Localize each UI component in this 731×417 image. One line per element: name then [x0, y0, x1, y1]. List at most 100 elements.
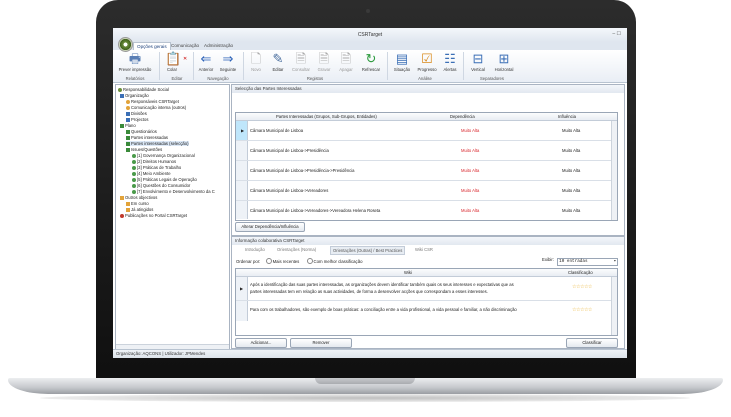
tab-comunicacao[interactable]: Comunicação	[168, 42, 202, 50]
row-selector[interactable]	[236, 181, 248, 200]
tree-item[interactable]: Publicações no Portal CSRTarget	[120, 213, 187, 218]
stakeholders-section-title: Selecção das Partes Interessadas	[232, 85, 624, 93]
radio-icon	[265, 258, 272, 264]
delete-document-icon: 🗎	[340, 51, 352, 66]
app-logo-icon[interactable]	[118, 37, 133, 52]
situation-button[interactable]: ▤ Situação	[390, 52, 414, 73]
table-row[interactable]: Câmara Municipal de Lisboa->Presidência …	[236, 141, 617, 161]
tree-item[interactable]: Outros objectivos	[120, 195, 157, 200]
tree-item[interactable]: [4] Meio Ambiente	[132, 171, 171, 176]
divisions-icon	[126, 112, 130, 116]
cell-influencia: Muito Alta	[562, 128, 581, 133]
arrow-right-icon: ⇒	[222, 51, 234, 66]
sort-controls: Ordenar por: Mais recentes Com melhor cl…	[236, 258, 362, 264]
tree-item[interactable]: Partes interessadas	[126, 135, 168, 140]
tree-item[interactable]: Responsáveis CSRTarget	[126, 99, 179, 104]
column-header-influencia[interactable]: Influência	[558, 114, 576, 119]
new-button[interactable]: 🗋 Novo	[246, 52, 266, 73]
ribbon-separator	[463, 52, 464, 80]
ribbon-separator	[159, 52, 160, 80]
row-selector[interactable]	[236, 161, 248, 180]
cell-influencia: Muito Alta	[562, 168, 581, 173]
cell-dependencia: Muito Alta	[461, 128, 480, 133]
column-header-wiki[interactable]: Wiki	[404, 270, 412, 275]
tree-item[interactable]: Organização	[120, 93, 149, 98]
next-button[interactable]: ⇒ Seguinte	[217, 51, 239, 73]
tree-item[interactable]: Responsabilidade Social	[118, 87, 169, 92]
previous-button[interactable]: ⇐ Anterior	[196, 52, 216, 73]
progress-button[interactable]: ☑ Progresso	[415, 52, 439, 73]
tree-item[interactable]: [3] Práticas de Trabalho	[132, 165, 181, 170]
wiki-text: partes interessadas tem em relação as su…	[250, 289, 488, 294]
edit-icon: ✎	[272, 51, 284, 66]
tree-item[interactable]: Divisões	[126, 111, 147, 116]
vertical-button[interactable]: ⊟ Vertical	[467, 52, 489, 73]
tab-wiki-csr[interactable]: Wiki CSR	[413, 246, 435, 253]
tab-introducao[interactable]: Introdução	[243, 246, 267, 253]
main-content: Selecção das Partes Interessadas Partes …	[231, 84, 625, 349]
window-controls[interactable]: – ☐	[612, 31, 621, 37]
grid-header: Partes Interessadas (Grupos, Sub-Grupos,…	[236, 113, 617, 121]
cell-name: Câmara Municipal de Lisboa	[250, 128, 304, 133]
sort-option-recent[interactable]: Mais recentes	[265, 258, 299, 264]
tree-item[interactable]: Projectos	[126, 117, 148, 122]
cut-icon[interactable]: ✕	[183, 56, 187, 62]
webcam	[366, 9, 370, 13]
stakeholders-grid: Partes Interessadas (Grupos, Sub-Grupos,…	[235, 112, 618, 221]
edit-button[interactable]: ✎ Editar	[268, 51, 288, 73]
tree-item-selected[interactable]: Partes interessadas (selecção)	[126, 141, 189, 146]
column-header-name[interactable]: Partes Interessadas (Grupos, Sub-Grupos,…	[276, 114, 377, 119]
paste-button[interactable]: 📋 Colar	[163, 51, 182, 73]
group-editar: Editar	[171, 76, 183, 81]
tree-item[interactable]: Issues/Questões	[126, 147, 162, 152]
table-row[interactable]: Para com os trabalhadores, são exemplo d…	[236, 301, 617, 321]
delete-button[interactable]: 🗎 Apagar	[335, 51, 357, 73]
rating-stars[interactable]: ☆☆☆☆☆	[572, 307, 592, 313]
add-button[interactable]: Adicionar...	[235, 338, 287, 348]
tree-item[interactable]: Questionários	[126, 129, 157, 134]
classify-button[interactable]: Classificar	[566, 338, 618, 348]
tree-item[interactable]: [1] Governança Organizacional	[132, 153, 195, 158]
tab-orientacoes-norma[interactable]: Orientações (Norma)	[275, 246, 318, 253]
table-row[interactable]: Câmara Municipal de Lisboa->Presidência-…	[236, 161, 617, 181]
tree-item[interactable]: Já atingidos	[126, 207, 153, 212]
alter-dependency-button[interactable]: Alterar Dependência/Influência	[235, 222, 305, 232]
table-row[interactable]: Câmara Municipal de Lisboa->Vereadores M…	[236, 181, 617, 201]
wiki-vertical-scrollbar[interactable]	[611, 277, 617, 335]
sort-option-best[interactable]: Com melhor classificação	[306, 258, 362, 264]
cell-dependencia: Muito Alta	[461, 148, 480, 153]
tree-item[interactable]: [7] Envolvimento e Desenvolvimento da C	[132, 189, 215, 194]
tree-item[interactable]: Em curso	[126, 201, 149, 206]
group-registos: Registos	[306, 76, 324, 81]
print-preview-button[interactable]: 🖶 Prever impressão	[116, 52, 154, 73]
issue-icon	[132, 178, 136, 182]
table-row[interactable]: Câmara Municipal de Lisboa->Vereadores->…	[236, 201, 617, 219]
save-document-icon: 🗎	[318, 51, 330, 66]
table-row[interactable]: ▶ Após a identificação das suas partes i…	[236, 277, 617, 301]
alerts-button[interactable]: ☷ Alertas	[440, 52, 460, 73]
row-selector[interactable]	[236, 301, 248, 321]
show-entries-select[interactable]: 10 entradas ▾	[557, 258, 619, 266]
rating-stars[interactable]: ☆☆☆☆☆	[572, 284, 592, 290]
table-row[interactable]: ▶ Câmara Municipal de Lisboa Muito Alta …	[236, 121, 617, 141]
tree-item[interactable]: [5] Práticas Legais de Operação	[132, 177, 197, 182]
grid-vertical-scrollbar[interactable]	[611, 121, 617, 220]
grid-header: Wiki Classificação	[236, 269, 617, 277]
row-selector[interactable]	[236, 141, 248, 160]
row-selector[interactable]	[236, 201, 248, 219]
refresh-button[interactable]: ↻ Refrescar	[358, 52, 384, 73]
column-header-dependencia[interactable]: Dependência	[450, 114, 475, 119]
tree-item[interactable]: [6] Questões do Consumidor	[132, 183, 190, 188]
horizontal-button[interactable]: ⊞ Horizontal	[491, 52, 517, 73]
tree-item[interactable]: [2] Direitos Humanos	[132, 159, 176, 164]
tab-administracao[interactable]: Administração	[201, 42, 236, 50]
column-header-classificacao[interactable]: Classificação	[568, 270, 593, 275]
consult-button[interactable]: 🗎 Consultar	[289, 52, 313, 73]
save-button[interactable]: 🗎 Gravar	[314, 51, 334, 73]
remove-button[interactable]: Remover	[290, 338, 352, 348]
paste-icon: 📋	[165, 51, 182, 66]
tab-best-practices[interactable]: Orientações (Outras) / Best Practices	[330, 246, 406, 255]
tree-item[interactable]: Plano	[120, 123, 136, 128]
user-icon	[126, 106, 130, 110]
tree-item[interactable]: Comunicação interna (outros)	[126, 105, 186, 110]
